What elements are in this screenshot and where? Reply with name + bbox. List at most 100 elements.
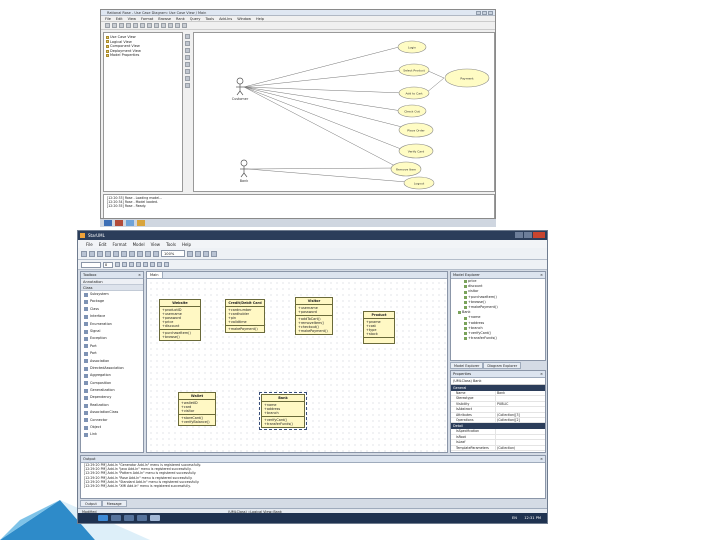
fill-color-icon[interactable] [129,262,134,267]
close-icon[interactable]: × [138,272,141,279]
toolbox-item[interactable]: Link [81,431,143,438]
save-icon[interactable] [97,250,103,257]
uml-class-box[interactable]: Credit/Debit Card +cardnumber +cardholder +… [225,299,265,333]
toolbox-item[interactable]: Class [81,306,143,313]
toolbox-item[interactable]: Subsystem [81,291,143,298]
redo-icon[interactable] [145,250,151,257]
text-icon[interactable] [185,41,190,46]
class-diagram-canvas[interactable]: Website +productID +username +password +pric… [148,280,447,452]
zoom-out-icon[interactable] [175,23,180,28]
menu-tools[interactable]: Tools [205,17,214,21]
close-icon[interactable] [533,232,545,238]
menu-format[interactable]: Format [141,17,153,21]
property-value[interactable]: (Collection)[3] [495,412,545,417]
layout-icon[interactable] [203,250,209,257]
usecase[interactable]: Login [397,40,427,54]
copy-icon[interactable] [133,23,138,28]
app-icon[interactable] [126,220,134,226]
line-color-icon[interactable] [136,262,141,267]
toolbox-item[interactable]: Signal [81,328,143,335]
uml-class-box[interactable]: Bank +name +address +branch +verifyCard() +tr… [259,392,307,430]
toolbox-item[interactable]: Realization [81,402,143,409]
generalization-icon[interactable] [185,83,190,88]
usecase-icon[interactable] [185,62,190,67]
undo-icon[interactable] [154,23,159,28]
align-bottom-icon[interactable] [164,262,169,267]
menu-edit[interactable]: Edit [116,17,123,21]
usecase[interactable]: Payment [444,68,490,88]
menu-browse[interactable]: Browse [158,17,171,21]
toolbox-item[interactable]: AssociationClass [81,409,143,416]
zoom-in-icon[interactable] [187,250,193,257]
app-icon[interactable] [115,220,123,226]
fit-icon[interactable] [182,23,187,28]
open-icon[interactable] [112,23,117,28]
undo-icon[interactable] [137,250,143,257]
toolbox-item[interactable]: Exception [81,335,143,342]
toolbox-item[interactable]: DirectedAssociation [81,365,143,372]
bold-icon[interactable] [115,262,120,267]
tab-main[interactable]: Main [147,272,163,278]
toolbox-item[interactable]: Part [81,350,143,357]
usecase[interactable]: Place Order [398,122,434,138]
align-top-icon[interactable] [157,262,162,267]
note-icon[interactable] [185,48,190,53]
app-icon[interactable] [137,220,145,226]
toolbox-item[interactable]: Interface [81,313,143,320]
property-value[interactable]: (Collection)[2] [495,417,545,423]
close-icon[interactable]: × [540,272,543,279]
property-value[interactable] [495,429,545,434]
uml-class-box[interactable]: Product +pname +cost +type +stock [363,311,395,344]
close-icon[interactable]: × [540,371,543,378]
menu-model[interactable]: Model [133,242,145,247]
new-icon[interactable] [81,250,87,257]
menu-window[interactable]: Window [237,17,251,21]
toolbox-item[interactable]: Association [81,358,143,365]
tab-diagram-explorer[interactable]: Diagram Explorer [483,362,522,369]
paste-icon[interactable] [121,250,127,257]
property-value[interactable]: PUBLIC [495,401,545,407]
menu-help[interactable]: Help [256,17,264,21]
media-icon[interactable] [137,515,147,521]
property-row[interactable]: TemplateParameters (Collection) [451,445,545,451]
cut-icon[interactable] [126,23,131,28]
italic-icon[interactable] [122,262,127,267]
align-left-icon[interactable] [143,262,148,267]
property-value[interactable]: (Collection) [495,445,545,450]
usecase-diagram-canvas[interactable]: Customer Bank Login Select Product Payme… [193,32,495,192]
tab-message[interactable]: Message [101,500,127,507]
menu-addins[interactable]: Add-Ins [219,17,232,21]
usecase[interactable]: Remove Item [390,161,422,177]
find-icon[interactable] [153,250,159,257]
dependency-icon[interactable] [185,76,190,81]
open-icon[interactable] [89,250,95,257]
menu-format[interactable]: Format [112,242,126,247]
new-icon[interactable] [105,23,110,28]
cut-icon[interactable] [105,250,111,257]
close-icon[interactable]: × [540,456,543,463]
print-icon[interactable] [147,23,152,28]
toolbox-item[interactable]: Package [81,298,143,305]
align-icon[interactable] [211,250,217,257]
tab-model-explorer[interactable]: Model Explorer [450,362,484,369]
menu-file[interactable]: File [105,17,111,21]
font-size-select[interactable]: 8 [103,261,113,268]
browse-icon[interactable] [161,23,166,28]
menu-rank[interactable]: Rank [176,17,185,21]
menu-query[interactable]: Query [190,17,201,21]
zoom-out-icon[interactable] [195,250,201,257]
paste-icon[interactable] [140,23,145,28]
usecase[interactable]: Check Out [397,104,427,118]
language-indicator[interactable]: EN [512,513,517,523]
usecase[interactable]: Add to Cart [398,86,430,100]
uml-class-box[interactable]: Website +productID +username +password +pric… [159,299,201,341]
toolbox-item[interactable]: Enumeration [81,321,143,328]
property-value[interactable] [495,440,545,445]
toolbox-item[interactable]: Object [81,424,143,431]
minimize-icon[interactable] [515,232,523,238]
maximize-icon[interactable] [524,232,532,238]
start-icon[interactable] [98,515,108,521]
staruml-taskbar-icon[interactable] [150,515,160,521]
property-value[interactable] [495,434,545,440]
tab-output[interactable]: Output [80,500,102,507]
